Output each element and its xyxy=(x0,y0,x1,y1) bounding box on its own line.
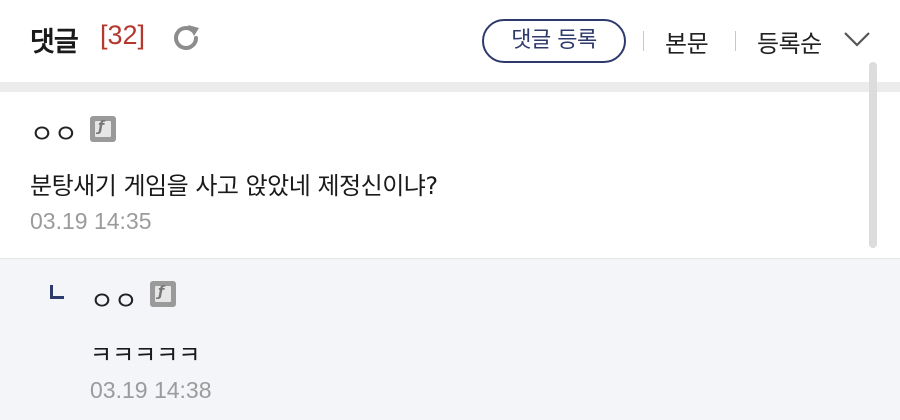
reply-author: ㅇㅇ xyxy=(90,287,138,317)
chevron-down-icon[interactable] xyxy=(842,28,872,50)
divider xyxy=(643,31,644,51)
comments-title: 댓글 xyxy=(30,27,79,58)
reply-timestamp: 03.19 14:38 xyxy=(90,377,212,403)
user-badge-icon: ƒ xyxy=(90,116,116,142)
comment-text: 분탕새기 게임을 사고 앉았네 제정신이냐? xyxy=(30,172,438,200)
refresh-icon[interactable] xyxy=(170,22,202,54)
write-comment-button[interactable]: 댓글 등록 xyxy=(482,19,626,63)
reply-arrow-icon xyxy=(50,285,64,299)
reply-item: ㅇㅇ ƒ ㅋㅋㅋㅋㅋ 03.19 14:38 xyxy=(0,259,900,420)
comment-item: ㅇㅇ ƒ 분탕새기 게임을 사고 앉았네 제정신이냐? 03.19 14:35 xyxy=(0,92,900,258)
header-divider xyxy=(0,82,900,92)
sort-by-register-dropdown[interactable]: 등록순 xyxy=(757,24,822,59)
divider xyxy=(735,31,736,51)
comment-header: 댓글 [32] 댓글 등록 본문 등록순 xyxy=(0,0,900,82)
sort-by-body-tab[interactable]: 본문 xyxy=(665,24,709,59)
comment-count: [32] xyxy=(100,20,146,50)
user-badge-icon: ƒ xyxy=(150,281,176,307)
reply-text: ㅋㅋㅋㅋㅋ xyxy=(90,341,201,369)
scrollbar[interactable] xyxy=(869,62,877,248)
comment-timestamp: 03.19 14:35 xyxy=(30,208,152,234)
comment-author: ㅇㅇ xyxy=(30,120,78,150)
